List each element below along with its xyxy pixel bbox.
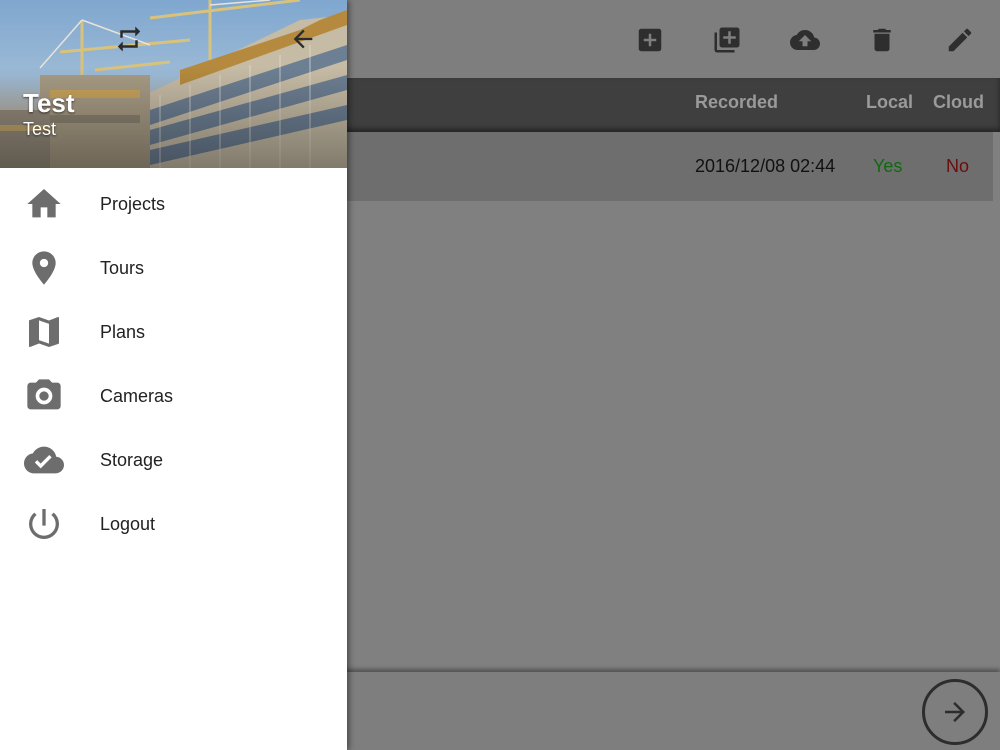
- column-header-cloud[interactable]: Cloud: [933, 92, 984, 113]
- drawer-menu: Projects Tours Plans Cameras Storage Log…: [0, 172, 347, 556]
- switch-account-button[interactable]: [112, 22, 146, 56]
- delete-button[interactable]: [862, 20, 902, 60]
- drawer-header: Test Test: [0, 0, 347, 168]
- upload-button[interactable]: [785, 20, 825, 60]
- local-status-cell: Yes: [873, 156, 903, 176]
- cloud-check-icon: [20, 440, 68, 480]
- map-marker-icon: [20, 248, 68, 288]
- home-icon: [20, 184, 68, 224]
- cloud-upload-icon: [790, 30, 820, 50]
- menu-item-label: Storage: [100, 450, 164, 470]
- navigation-drawer: Test Test Projects Tours Plans Cameras S…: [0, 0, 347, 750]
- next-button[interactable]: [922, 679, 988, 745]
- cloud-status-cell: No: [946, 156, 970, 176]
- close-drawer-button[interactable]: [286, 22, 320, 56]
- library-add-icon: [714, 27, 740, 53]
- power-icon: [20, 504, 68, 544]
- column-header-recorded[interactable]: Recorded: [695, 92, 778, 113]
- menu-item-label: Plans: [100, 322, 146, 342]
- column-header-local[interactable]: Local: [866, 92, 913, 113]
- arrow-left-icon: [293, 29, 313, 49]
- arrow-right-icon: [945, 702, 965, 722]
- camera-icon: [20, 376, 68, 416]
- user-name: Test: [23, 88, 75, 118]
- menu-item-storage[interactable]: Storage: [0, 428, 347, 492]
- plus-box-icon: [638, 28, 662, 52]
- trash-icon: [873, 28, 891, 52]
- add-button[interactable]: [630, 20, 670, 60]
- swap-icon: [117, 26, 141, 52]
- menu-item-logout[interactable]: Logout: [0, 492, 347, 556]
- menu-item-label: Projects: [100, 194, 166, 214]
- map-icon: [20, 312, 68, 352]
- menu-item-projects[interactable]: Projects: [0, 172, 347, 236]
- menu-item-tours[interactable]: Tours: [0, 236, 347, 300]
- recorded-cell: 2016/12/08 02:44: [695, 156, 836, 176]
- menu-item-label: Tours: [100, 258, 145, 278]
- menu-item-cameras[interactable]: Cameras: [0, 364, 347, 428]
- menu-item-label: Logout: [100, 514, 156, 534]
- pencil-icon: [948, 28, 972, 52]
- edit-button[interactable]: [940, 20, 980, 60]
- menu-item-label: Cameras: [100, 386, 174, 406]
- user-subtitle: Test: [23, 119, 57, 139]
- add-multiple-button[interactable]: [707, 20, 747, 60]
- menu-item-plans[interactable]: Plans: [0, 300, 347, 364]
